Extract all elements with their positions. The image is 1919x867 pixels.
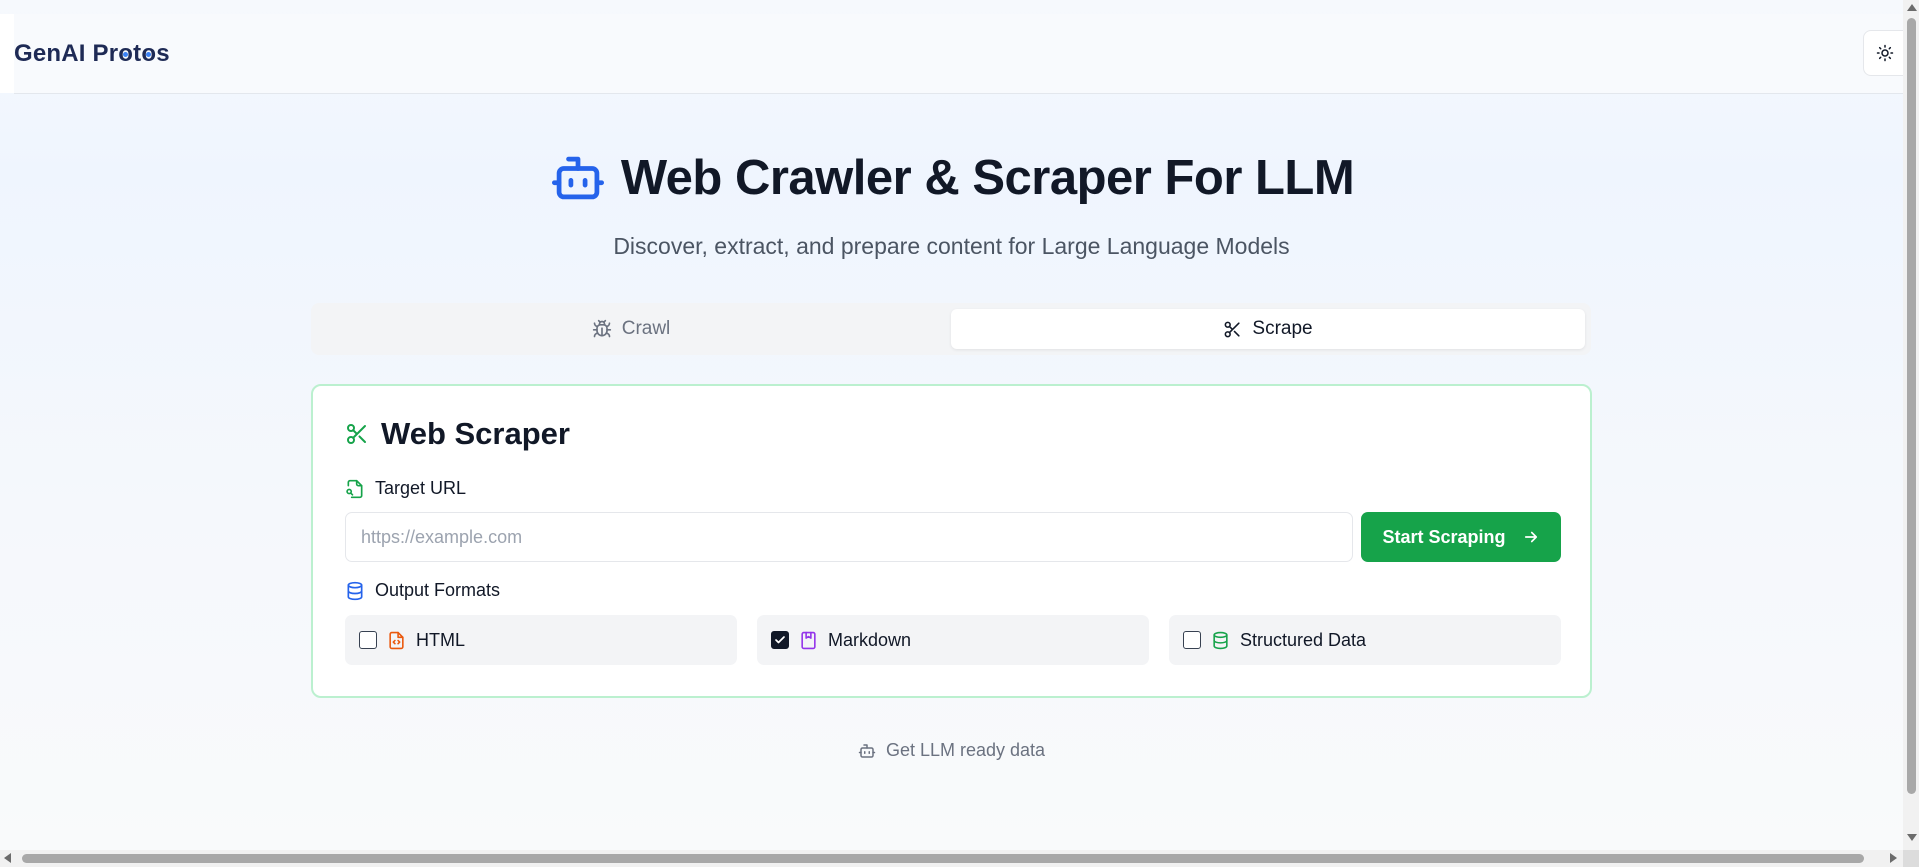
output-formats-label: Output Formats [345,580,500,601]
brand-accent-letter: o [118,40,134,67]
scissors-icon [1223,320,1242,339]
page-title-text: Web Crawler & Scraper For LLM [620,151,1355,205]
url-input[interactable] [345,512,1353,562]
scissors-icon [345,422,369,446]
page-title: Web Crawler & Scraper For LLM [549,150,1355,206]
footer-note-text: Get LLM ready data [885,740,1046,760]
sun-icon [1876,44,1894,62]
bug-icon [592,319,612,339]
target-url-label: Target URL [345,478,466,499]
bot-icon [858,742,876,760]
format-structured-data-label: Structured Data [1240,629,1367,650]
brand-text: GenAI Protos [14,40,170,67]
structured-data-checkbox[interactable] [1183,631,1201,649]
bookmark-file-icon [799,631,818,650]
markdown-checkbox[interactable] [771,631,789,649]
database-icon [1211,631,1230,650]
scroll-right-arrow-icon[interactable] [1890,853,1897,863]
hero: Web Crawler & Scraper For LLM [0,150,1903,209]
horizontal-scrollbar-thumb[interactable] [22,854,1864,863]
web-scraper-card: Web Scraper Target URL Start Scraping [311,384,1592,698]
vertical-scrollbar-thumb[interactable] [1907,18,1916,794]
theme-toggle-button[interactable] [1863,30,1903,76]
brand-accent-letter: o [141,40,157,67]
bot-icon [549,152,607,204]
scrollbar-corner [1903,850,1919,867]
page-subtitle: Discover, extract, and prepare content f… [613,233,1290,259]
format-option-markdown[interactable]: Markdown [757,615,1149,665]
tab-scrape[interactable]: Scrape [951,309,1585,349]
tab-crawl-label: Crawl [621,318,671,339]
format-option-structured-data[interactable]: Structured Data [1169,615,1561,665]
format-html-label: HTML [416,629,465,650]
mode-tabs: Crawl Scrape [311,303,1591,355]
scroll-left-arrow-icon[interactable] [4,853,11,863]
horizontal-scrollbar[interactable] [0,850,1903,867]
card-title-text: Web Scraper [381,416,570,451]
scroll-down-arrow-icon[interactable] [1907,834,1917,841]
brand-logo[interactable]: GenAI Protos [14,40,170,68]
target-url-label-text: Target URL [375,478,467,498]
start-scraping-label: Start Scraping [1382,526,1506,547]
start-scraping-button[interactable]: Start Scraping [1361,512,1561,562]
html-checkbox[interactable] [359,631,377,649]
format-option-html[interactable]: HTML [345,615,737,665]
format-markdown-label: Markdown [828,629,912,650]
top-bar: GenAI Protos [14,14,1903,94]
left-edge [0,14,14,93]
file-code-icon [387,631,406,650]
database-icon [345,581,365,601]
file-search-icon [345,479,365,499]
card-title: Web Scraper [345,416,570,452]
arrow-right-icon [1522,528,1540,546]
tab-crawl[interactable]: Crawl [317,309,945,349]
output-formats-label-text: Output Formats [375,580,501,600]
app-viewport: GenAI Protos Web Crawler & Scraper For L… [0,0,1903,850]
scroll-up-arrow-icon[interactable] [1907,4,1917,11]
vertical-scrollbar[interactable] [1903,0,1919,867]
footer-note: Get LLM ready data [0,740,1903,765]
tab-scrape-label: Scrape [1252,318,1313,339]
